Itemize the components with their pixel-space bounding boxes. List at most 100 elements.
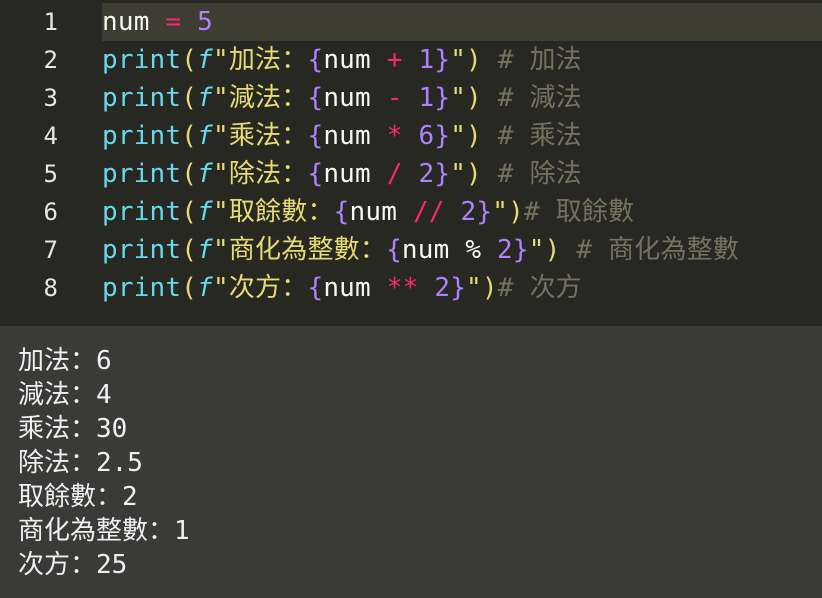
code-token: num xyxy=(401,235,450,265)
code-token: print xyxy=(102,273,182,303)
code-token: { xyxy=(307,83,324,113)
code-token: f xyxy=(197,273,213,303)
code-token: } xyxy=(476,197,493,227)
code-line-area[interactable]: print(f"除法：{num / 2}") # 除法 xyxy=(102,155,822,193)
code-token: f xyxy=(197,121,213,151)
code-token: print xyxy=(102,197,182,227)
output-line: 取餘數：2 xyxy=(18,482,138,512)
code-token: - xyxy=(386,83,403,113)
code-line[interactable]: 3 print(f"減法：{num - 1}") # 減法 xyxy=(0,79,822,117)
code-token: ( xyxy=(181,45,198,75)
code-token: ") xyxy=(528,235,561,265)
code-line-area[interactable]: print(f"取餘數：{num // 2}")# 取餘數 xyxy=(102,193,822,231)
code-token: print xyxy=(102,83,182,113)
code-token: # 次方 xyxy=(497,273,582,303)
code-token: } xyxy=(434,45,451,75)
code-token: { xyxy=(333,197,350,227)
code-line-area[interactable]: print(f"乘法：{num * 6}") # 乘法 xyxy=(102,117,822,155)
code-token: } xyxy=(434,159,451,189)
code-token: f xyxy=(197,159,213,189)
code-line[interactable]: 2 print(f"加法：{num + 1}") # 加法 xyxy=(0,41,822,79)
code-token: "乘法： xyxy=(213,121,308,151)
code-token: { xyxy=(307,45,324,75)
code-editor[interactable]: 1 num = 5 2 print(f"加法：{num + 1}") # 加法 3 pri… xyxy=(0,0,822,326)
line-number-label: 7 xyxy=(43,236,58,264)
line-number-label: 4 xyxy=(43,122,58,150)
code-token: num xyxy=(323,159,371,189)
code-token: num xyxy=(102,7,150,37)
code-line-area[interactable]: print(f"次方：{num ** 2}")# 次方 xyxy=(102,269,822,307)
code-token: ") xyxy=(450,45,482,75)
code-token: f xyxy=(197,235,213,265)
line-number: 2 xyxy=(0,41,70,79)
code-token: ( xyxy=(181,83,198,113)
code-token: "減法： xyxy=(213,83,308,113)
code-token: num xyxy=(323,273,371,303)
code-token: f xyxy=(197,83,213,113)
code-line[interactable]: 4 print(f"乘法：{num * 6}") # 乘法 xyxy=(0,117,822,155)
code-token: f xyxy=(197,197,213,227)
output-line: 除法：2.5 xyxy=(18,448,143,478)
code-text: print(f"除法：{num / 2}") # 除法 xyxy=(102,155,582,193)
line-number-label: 6 xyxy=(43,198,58,226)
code-text: print(f"乘法：{num * 6}") # 乘法 xyxy=(102,117,582,155)
code-token: # 減法 xyxy=(481,83,582,113)
output-line: 加法：6 xyxy=(18,346,112,376)
code-token: 2 xyxy=(460,197,477,227)
code-token: ( xyxy=(181,159,198,189)
code-token: % xyxy=(449,235,498,265)
code-text: print(f"次方：{num ** 2}")# 次方 xyxy=(102,269,582,307)
code-token: "除法： xyxy=(213,159,308,189)
code-text: print(f"取餘數：{num // 2}")# 取餘數 xyxy=(102,193,634,231)
code-token: 1 xyxy=(418,83,435,113)
code-token: num xyxy=(349,197,398,227)
output-line: 次方：25 xyxy=(18,550,128,580)
code-line-area[interactable]: print(f"商化為整數：{num % 2}") # 商化為整數 xyxy=(102,231,822,269)
code-line[interactable]: 6 print(f"取餘數：{num // 2}")# 取餘數 xyxy=(0,193,822,231)
output-console: 加法：6 減法：4 乘法：30 除法：2.5 取餘數：2 商化為整數：1 次方：25 xyxy=(0,326,822,598)
code-token: ( xyxy=(181,197,198,227)
code-token: # 商化為整數 xyxy=(560,235,740,265)
code-line[interactable]: 7 print(f"商化為整數：{num % 2}") # 商化為整數 xyxy=(0,231,822,269)
code-token: } xyxy=(450,273,467,303)
code-line-area[interactable]: num = 5 xyxy=(102,3,822,41)
code-token: print xyxy=(102,45,182,75)
code-token: { xyxy=(307,273,324,303)
code-token: "加法： xyxy=(213,45,308,75)
code-token: ** xyxy=(386,273,419,303)
code-line-area[interactable]: print(f"加法：{num + 1}") # 加法 xyxy=(102,41,822,79)
code-token: "次方： xyxy=(213,273,308,303)
code-token: // xyxy=(412,197,445,227)
code-token: # 取餘數 xyxy=(523,197,635,227)
code-text: print(f"減法：{num - 1}") # 減法 xyxy=(102,79,582,117)
code-token: } xyxy=(512,235,529,265)
code-line[interactable]: 1 num = 5 xyxy=(0,3,822,41)
code-line-area[interactable]: print(f"減法：{num - 1}") # 減法 xyxy=(102,79,822,117)
code-text: print(f"商化為整數：{num % 2}") # 商化為整數 xyxy=(102,231,739,269)
code-token: "商化為整數： xyxy=(213,235,387,265)
code-token: num xyxy=(323,83,371,113)
code-token: ") xyxy=(450,83,482,113)
code-line[interactable]: 5 print(f"除法：{num / 2}") # 除法 xyxy=(0,155,822,193)
code-token: } xyxy=(434,83,451,113)
line-number-label: 5 xyxy=(43,160,58,188)
code-line[interactable]: 8 print(f"次方：{num ** 2}")# 次方 xyxy=(0,269,822,307)
code-token: = xyxy=(165,7,182,37)
code-token: ( xyxy=(181,235,198,265)
code-token: ") xyxy=(450,121,482,151)
line-number: 1 xyxy=(0,3,70,41)
code-token: # 除法 xyxy=(481,159,582,189)
code-token: ") xyxy=(450,159,482,189)
output-line: 乘法：30 xyxy=(18,414,128,444)
code-token: num xyxy=(323,121,371,151)
line-number-label: 1 xyxy=(43,8,58,36)
